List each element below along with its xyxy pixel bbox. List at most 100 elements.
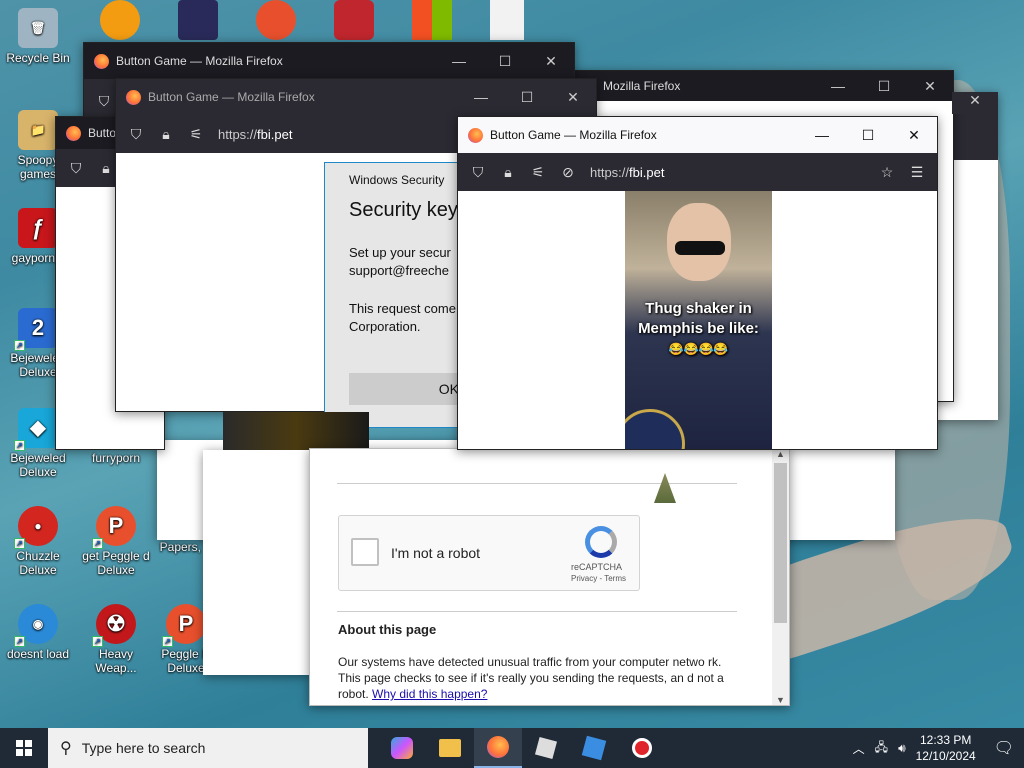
url-host: fbi.pet	[257, 126, 293, 142]
record-icon	[632, 738, 652, 758]
taskbar-firefox[interactable]	[474, 728, 522, 768]
firefox-icon	[487, 736, 509, 758]
why-link[interactable]: Why did this happen?	[372, 687, 487, 701]
recaptcha-label: I'm not a robot	[391, 545, 481, 561]
recaptcha-widget[interactable]: I'm not a robot reCAPTCHA Privacy - Term…	[338, 515, 640, 591]
shield-icon[interactable]: ⛉	[128, 126, 144, 143]
start-button[interactable]	[0, 728, 48, 768]
taskbar-roblox-studio[interactable]	[570, 728, 618, 768]
divider	[337, 611, 737, 612]
scroll-down-icon[interactable]: ▼	[772, 695, 789, 705]
divider	[337, 483, 737, 484]
lock-icon[interactable]: 🔒︎	[158, 126, 174, 143]
window-titlebar[interactable]: Button Game — Mozilla Firefox — ☐ ✕	[458, 117, 937, 153]
url-prefix: https://	[590, 164, 630, 180]
peggle-icon[interactable]	[256, 0, 296, 40]
app-icon[interactable]	[178, 0, 218, 40]
windows-logo-icon	[16, 740, 32, 756]
blocked-camera-icon[interactable]: ⊘	[560, 164, 576, 181]
shield-icon[interactable]: ⛉	[68, 160, 84, 177]
browser-window-lower-2[interactable]	[203, 450, 311, 675]
permissions-icon[interactable]: ⚟	[530, 164, 546, 181]
close-button[interactable]: ✕	[891, 127, 937, 144]
desktop-icon-label: doesnt load	[6, 647, 70, 661]
desktop-icon-label: Chuzzle Deluxe	[16, 549, 60, 577]
browser-window-front[interactable]: Button Game — Mozilla Firefox — ☐ ✕ ⛉ 🔒︎…	[457, 116, 938, 450]
presidential-seal-icon	[625, 409, 685, 449]
permissions-icon[interactable]: ⚟	[188, 126, 204, 143]
taskbar-recorder[interactable]	[618, 728, 666, 768]
roblox-studio-icon	[581, 735, 607, 761]
chuzzle-icon: ● ↗	[14, 506, 58, 549]
url-bar[interactable]: https://fbi.pet	[590, 165, 865, 180]
maximize-button[interactable]: ☐	[861, 78, 907, 95]
clock[interactable]: 12:33 PM 12/10/2024	[916, 732, 976, 764]
window-titlebar[interactable]: Button Game — Mozilla Firefox — ☐ ✕	[84, 43, 574, 79]
meme-caption-line: Thug shaker in	[645, 300, 752, 317]
terms-link[interactable]: Terms	[604, 574, 626, 583]
recycle-bin-icon: 🗑	[18, 8, 58, 48]
shield-icon[interactable]: ⛉	[470, 164, 486, 181]
desktop-icon-doesnt-load[interactable]: ◉ ↗ doesnt load	[2, 604, 74, 661]
window-titlebar[interactable]: Button Game — Mozilla Firefox — ☐ ✕	[116, 79, 596, 115]
bell-icon	[654, 473, 676, 503]
url-prefix: https://	[218, 126, 258, 142]
notification-icon[interactable]: 🗨︎	[994, 738, 1014, 758]
windows-logo-icon[interactable]	[412, 0, 452, 40]
taskbar-roblox[interactable]	[522, 728, 570, 768]
desktop-icon-top-row	[100, 0, 540, 42]
desktop-icon-label: Recycle Bin	[6, 51, 70, 65]
privacy-link[interactable]: Privacy	[571, 574, 597, 583]
desktop-icon-recycle-bin[interactable]: 🗑 Recycle Bin	[2, 8, 74, 65]
scrollbar[interactable]: ▲ ▼	[772, 449, 789, 705]
desktop-icon-heavy-weapon[interactable]: ☢ ↗ Heavy Weap...	[80, 604, 152, 675]
firefox-icon	[468, 127, 483, 143]
app-icon[interactable]	[100, 0, 140, 40]
sunglasses-icon	[675, 241, 725, 255]
recaptcha-logo-icon	[585, 526, 617, 558]
taskbar-copilot[interactable]	[378, 728, 426, 768]
desktop-icon-chuzzle[interactable]: ● ↗ Chuzzle Deluxe	[2, 506, 74, 577]
menu-icon[interactable]: ☰	[909, 164, 925, 181]
scroll-up-icon[interactable]: ▲	[772, 449, 789, 459]
maximize-button[interactable]: ☐	[504, 89, 550, 106]
network-icon[interactable]: 🖧︎	[875, 738, 888, 759]
chevron-up-icon[interactable]: ︿	[853, 740, 865, 757]
flash-icon: ƒ	[18, 208, 58, 248]
taskbar-file-explorer[interactable]	[426, 728, 474, 768]
bookmark-star-icon[interactable]: ☆	[879, 164, 895, 181]
minimize-button[interactable]: —	[436, 53, 482, 69]
document-icon[interactable]	[490, 0, 524, 40]
taskbar-search[interactable]: ⚲ Type here to search	[48, 728, 368, 768]
firefox-icon	[126, 89, 141, 105]
lock-icon[interactable]: 🔒︎	[500, 164, 516, 181]
shield-icon[interactable]: ⛉	[96, 93, 112, 110]
desktop-icon-label: Heavy Weap...	[95, 647, 137, 675]
minimize-button[interactable]: —	[458, 89, 504, 105]
lock-icon[interactable]: 🔒︎	[98, 160, 114, 177]
close-button[interactable]: ✕	[907, 78, 953, 95]
window-close-fragment[interactable]: ✕	[952, 92, 998, 114]
minimize-button[interactable]: —	[815, 78, 861, 94]
desktop-icon-get-peggle[interactable]: P ↗ get Peggle d Deluxe	[80, 506, 152, 577]
maximize-button[interactable]: ☐	[845, 127, 891, 144]
recaptcha-links: Privacy - Terms	[571, 574, 626, 583]
url-bar[interactable]: https://fbi.pet	[218, 127, 292, 142]
scrollbar-thumb[interactable]	[774, 463, 787, 623]
meme-image: Thug shaker in Memphis be like: 😂😂😂😂	[625, 191, 772, 449]
close-button[interactable]: ✕	[550, 89, 596, 106]
close-button[interactable]: ✕	[528, 53, 574, 70]
captcha-page-window[interactable]: I'm not a robot reCAPTCHA Privacy - Term…	[309, 448, 790, 706]
peggle-icon: P ↗	[162, 604, 206, 647]
recaptcha-checkbox[interactable]	[351, 538, 379, 566]
firefox-icon	[94, 53, 109, 69]
folder-icon: 📁	[18, 110, 58, 150]
maximize-button[interactable]: ☐	[482, 53, 528, 70]
minimize-button[interactable]: —	[799, 127, 845, 143]
desktop-icon-label: furryporn	[91, 451, 141, 465]
angry-birds-icon[interactable]	[334, 0, 374, 40]
meme-emoji: 😂😂😂😂	[668, 342, 729, 356]
volume-icon[interactable]: 🔊︎	[898, 741, 906, 756]
meme-caption-line: Memphis be like:	[638, 320, 759, 337]
search-icon: ⚲	[60, 740, 72, 757]
